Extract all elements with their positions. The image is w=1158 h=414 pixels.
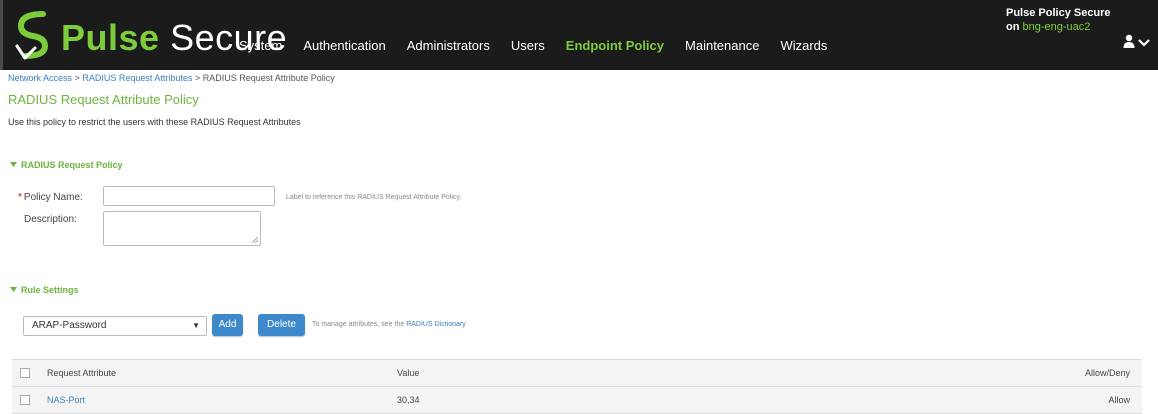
section-heading: RADIUS Request Policy (21, 160, 123, 170)
page-intro: Use this policy to restrict the users wi… (8, 117, 301, 127)
section-heading: Rule Settings (21, 285, 79, 295)
attribute-select[interactable]: ARAP-Password ▼ (23, 316, 207, 336)
row-checkbox[interactable] (20, 395, 30, 406)
column-header-value[interactable]: Value (397, 359, 1077, 387)
description-label: Description: (24, 214, 77, 225)
breadcrumb: Network Access > RADIUS Request Attribut… (8, 73, 335, 83)
nav-administrators[interactable]: Administrators (407, 38, 490, 53)
host-name: bng-eng-uac2 (1022, 21, 1091, 33)
nav-wizards[interactable]: Wizards (780, 38, 827, 53)
resize-grip-icon[interactable] (252, 237, 258, 243)
nav-authentication[interactable]: Authentication (303, 38, 385, 53)
column-header-attribute[interactable]: Request Attribute (38, 359, 397, 387)
product-on: on (1006, 21, 1020, 33)
brand-pulse: Pulse (61, 17, 160, 58)
breadcrumb-network-access[interactable]: Network Access (8, 73, 72, 83)
breadcrumb-current: RADIUS Request Attribute Policy (202, 73, 335, 83)
top-header: Pulse Secure System Authentication Admin… (0, 0, 1158, 70)
policy-name-label: * Policy Name: (18, 192, 83, 203)
policy-name-input[interactable] (103, 186, 275, 206)
chevron-down-icon (1138, 39, 1150, 47)
product-name: Pulse Policy Secure (1006, 7, 1111, 19)
dropdown-arrow-icon: ▼ (192, 321, 200, 330)
user-icon (1123, 34, 1135, 48)
nav-system[interactable]: System (239, 38, 282, 53)
nav-users[interactable]: Users (511, 38, 545, 53)
required-mark: * (18, 192, 22, 203)
column-header-allow-deny[interactable]: Allow/Deny (1077, 359, 1142, 387)
row-attribute-link[interactable]: NAS-Port (47, 395, 85, 405)
product-info: Pulse Policy Secure on bng-eng-uac2 (1006, 6, 1111, 34)
select-all-checkbox[interactable] (20, 368, 30, 379)
main-nav: System Authentication Administrators Use… (239, 38, 848, 53)
attributes-table: Request Attribute Value Allow/Deny NAS-P… (12, 359, 1142, 414)
radius-dictionary-link[interactable]: RADIUS Dictionary (406, 321, 466, 328)
nav-endpoint-policy[interactable]: Endpoint Policy (566, 38, 664, 53)
delete-button[interactable]: Delete (258, 314, 305, 336)
add-button[interactable]: Add (212, 314, 243, 336)
policy-name-label-text: Policy Name: (23, 192, 83, 203)
user-menu[interactable] (1123, 34, 1153, 50)
policy-name-hint: Label to reference this RADIUS Request A… (286, 194, 462, 201)
manage-text: To manage attributes, see the (312, 321, 405, 328)
row-checkbox-cell (12, 386, 38, 414)
row-allow-deny: Allow (1077, 386, 1142, 414)
row-attribute-cell: NAS-Port (38, 386, 397, 414)
select-all-cell (12, 359, 38, 387)
section-rule-settings[interactable]: Rule Settings (10, 285, 79, 295)
row-value: 30,34 (397, 386, 1077, 414)
section-radius-request-policy[interactable]: RADIUS Request Policy (10, 160, 123, 170)
pulse-logo-icon (15, 11, 49, 60)
table-row: NAS-Port 30,34 Allow (12, 386, 1142, 414)
page-title: RADIUS Request Attribute Policy (8, 92, 199, 107)
description-textarea[interactable] (103, 211, 261, 246)
chevron-down-icon (10, 287, 17, 292)
breadcrumb-separator: > (74, 73, 80, 83)
breadcrumb-radius-request-attributes[interactable]: RADIUS Request Attributes (82, 73, 192, 83)
table-header-row: Request Attribute Value Allow/Deny (12, 359, 1142, 387)
nav-maintenance[interactable]: Maintenance (685, 38, 759, 53)
manage-attributes-note: To manage attributes, see the RADIUS Dic… (312, 321, 466, 328)
breadcrumb-separator: > (194, 73, 201, 83)
attribute-select-value: ARAP-Password (32, 320, 107, 331)
chevron-down-icon (10, 162, 17, 167)
